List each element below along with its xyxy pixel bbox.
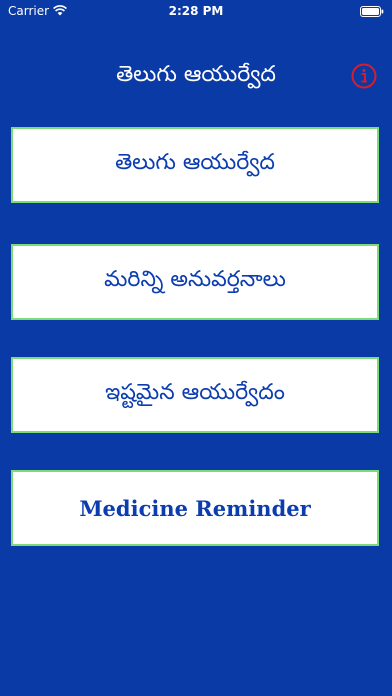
menu-button-telugu-ayurveda[interactable]: తెలుగు ఆయుర్వేద: [11, 127, 379, 203]
battery-icon: [360, 6, 384, 17]
menu-button-medicine-reminder[interactable]: Medicine Reminder: [11, 470, 379, 546]
menu-button-label: తెలుగు ఆయుర్వేద: [115, 150, 275, 175]
clock: 2:28 PM: [168, 4, 224, 18]
menu-button-label: Medicine Reminder: [79, 495, 311, 521]
info-icon[interactable]: [351, 63, 377, 89]
page-title: తెలుగు ఆయుర్వేద: [116, 62, 276, 87]
menu-button-label: ఇష్టమైన ఆయుర్వేదం: [105, 380, 285, 405]
menu-button-label: మరిన్ని అనువర్తనాలు: [104, 267, 286, 292]
status-bar: Carrier 2:28 PM: [0, 0, 392, 22]
menu-button-favorite-ayurveda[interactable]: ఇష్టమైన ఆయుర్వేదం: [11, 357, 379, 433]
menu-button-more-apps[interactable]: మరిన్ని అనువర్తనాలు: [11, 244, 379, 320]
